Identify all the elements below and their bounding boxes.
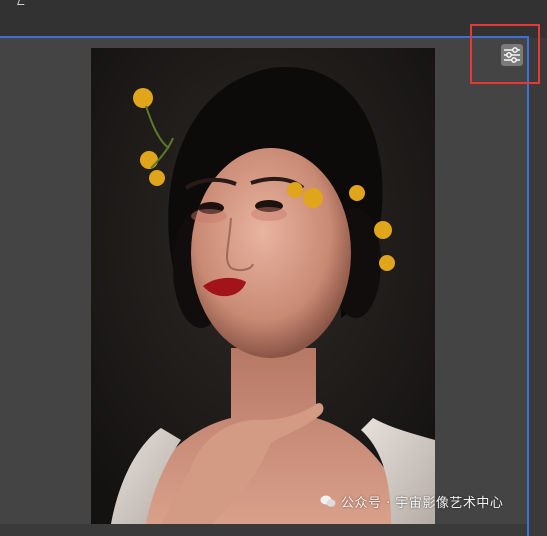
watermark: 公众号 · 宇宙影像艺术中心 (320, 492, 504, 511)
portrait-photo[interactable] (91, 48, 435, 524)
adjust-settings-button[interactable] (501, 44, 523, 66)
portrait-illustration (91, 48, 435, 524)
cursor-mark (17, 0, 26, 5)
wechat-icon (320, 495, 336, 507)
watermark-text: 公众号 · 宇宙影像艺术中心 (341, 495, 504, 511)
sliders-icon (504, 47, 520, 63)
top-toolbar-strip (0, 0, 547, 38)
